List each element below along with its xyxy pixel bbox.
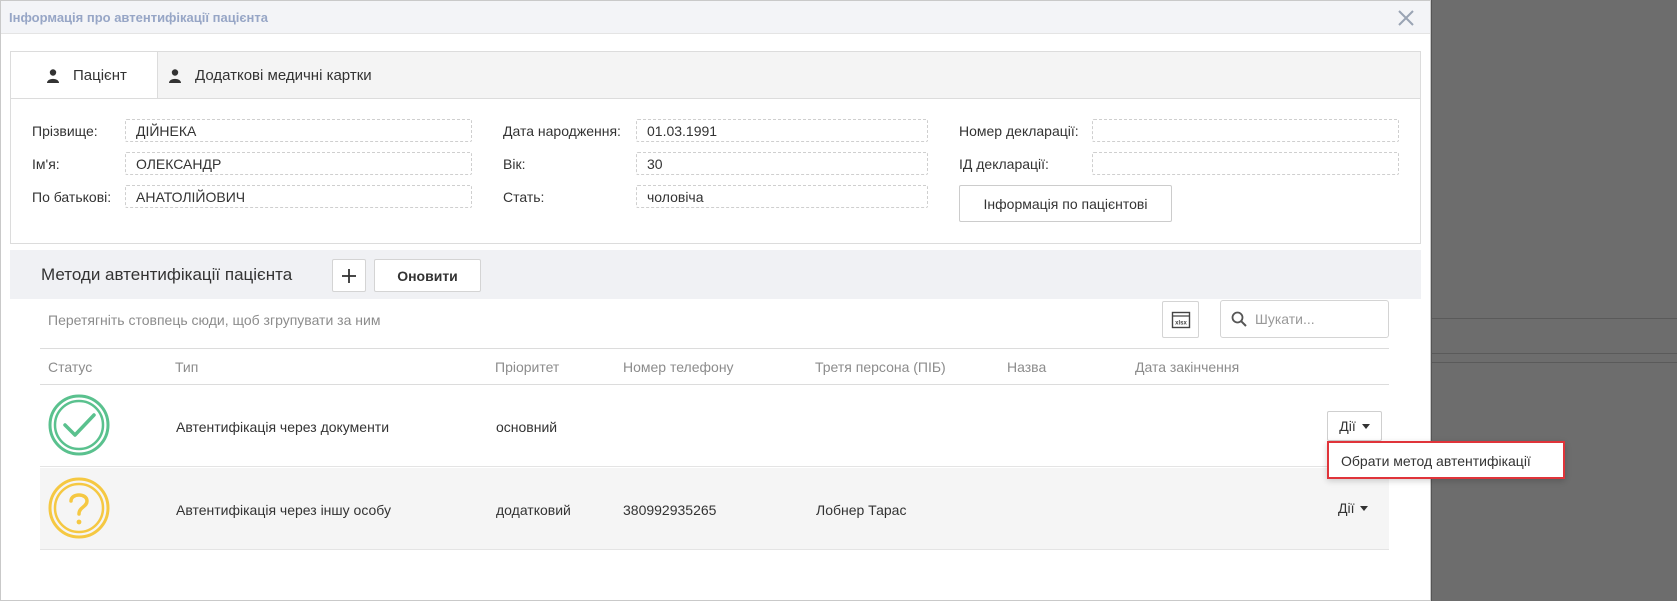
patient-info-panel: Прізвище: ДІЙНЕКА Ім'я: ОЛЕКСАНДР По бат…	[10, 98, 1421, 244]
group-panel-hint: Перетягніть стовпець сюди, щоб згрупуват…	[48, 312, 381, 328]
cell-type: Автентифікація через документи	[176, 419, 390, 435]
declaration-number-label: Номер декларації:	[959, 123, 1079, 139]
name-field[interactable]: ОЛЕКСАНДР	[125, 152, 472, 175]
tab-additional-cards[interactable]: Додаткові медичні картки	[169, 52, 372, 99]
xlsx-icon-label: xlsx	[1175, 320, 1187, 326]
add-method-button[interactable]	[332, 259, 366, 292]
backdrop-row	[1432, 318, 1677, 354]
row-actions-label: Дії	[1338, 500, 1355, 516]
auth-methods-header: Методи автентифікації пацієнта Оновити	[10, 250, 1421, 299]
sex-label: Стать:	[503, 189, 545, 205]
person-icon	[169, 68, 181, 83]
row-actions-label: Дії	[1339, 418, 1356, 434]
dialog-title: Інформація про автентифікації пацієнта	[9, 10, 268, 25]
backdrop-divider	[1432, 362, 1677, 363]
cell-priority: основний	[496, 419, 558, 435]
export-xlsx-button[interactable]: xlsx	[1162, 301, 1199, 338]
cell-type: Автентифікація через іншу особу	[176, 502, 391, 518]
patronymic-label: По батькові:	[32, 189, 112, 205]
actions-dropdown-menu: Обрати метод автентифікації	[1327, 441, 1565, 479]
column-header-third-person[interactable]: Третя персона (ПІБ)	[815, 359, 946, 375]
close-button[interactable]	[1393, 5, 1419, 31]
cell-third-person: Лобнер Тарас	[816, 502, 907, 518]
search-box	[1220, 300, 1389, 338]
column-header-phone[interactable]: Номер телефону	[623, 359, 734, 375]
surname-label: Прізвище:	[32, 123, 98, 139]
search-icon	[1231, 311, 1247, 327]
age-label: Вік:	[503, 156, 526, 172]
menu-item-select-auth-method[interactable]: Обрати метод автентифікації	[1341, 453, 1531, 469]
tab-label: Додаткові медичні картки	[195, 67, 372, 84]
grid-header: Статус Тип Пріоритет Номер телефону Трет…	[40, 348, 1389, 385]
dialog-titlebar: Інформація про автентифікації пацієнта	[1, 1, 1430, 34]
row-actions-button[interactable]: Дії	[1338, 500, 1369, 516]
name-label: Ім'я:	[32, 156, 60, 172]
patient-info-button[interactable]: Інформація по пацієнтові	[959, 185, 1172, 222]
cell-phone: 380992935265	[623, 502, 717, 518]
search-input[interactable]	[1255, 311, 1375, 327]
patronymic-field[interactable]: АНАТОЛІЙОВИЧ	[125, 185, 472, 208]
column-header-type[interactable]: Тип	[175, 359, 198, 375]
question-circle-icon	[48, 477, 110, 539]
birthdate-label: Дата народження:	[503, 123, 621, 139]
person-icon	[47, 68, 59, 83]
birthdate-field[interactable]: 01.03.1991	[636, 119, 928, 142]
refresh-button[interactable]: Оновити	[374, 259, 481, 292]
column-header-end-date[interactable]: Дата закінчення	[1135, 359, 1239, 375]
auth-info-dialog: Інформація про автентифікації пацієнта П…	[0, 0, 1431, 601]
section-title: Методи автентифікації пацієнта	[41, 265, 293, 284]
tab-label: Пацієнт	[73, 67, 127, 84]
tab-patient[interactable]: Пацієнт	[11, 52, 158, 99]
cell-priority: додатковий	[496, 502, 571, 518]
declaration-id-label: ІД декларації:	[959, 156, 1049, 172]
tab-bar: Пацієнт Додаткові медичні картки	[10, 51, 1421, 99]
modal-backdrop	[1431, 0, 1677, 601]
caret-down-icon	[1360, 505, 1369, 511]
table-row[interactable]: Автентифікація через документи основний …	[40, 385, 1389, 467]
check-circle-icon	[48, 394, 110, 456]
close-icon	[1398, 10, 1414, 26]
surname-field[interactable]: ДІЙНЕКА	[125, 119, 472, 142]
xlsx-icon: xlsx	[1171, 311, 1190, 328]
declaration-id-field[interactable]	[1092, 152, 1399, 175]
column-header-status[interactable]: Статус	[48, 359, 92, 375]
column-header-name[interactable]: Назва	[1007, 359, 1046, 375]
age-field[interactable]: 30	[636, 152, 928, 175]
sex-field[interactable]: чоловіча	[636, 185, 928, 208]
declaration-number-field[interactable]	[1092, 119, 1399, 142]
caret-down-icon	[1361, 423, 1370, 429]
table-row[interactable]: Автентифікація через іншу особу додатков…	[40, 468, 1389, 550]
row-actions-button[interactable]: Дії	[1327, 411, 1382, 441]
column-header-priority[interactable]: Пріоритет	[495, 359, 559, 375]
plus-icon	[342, 268, 356, 283]
